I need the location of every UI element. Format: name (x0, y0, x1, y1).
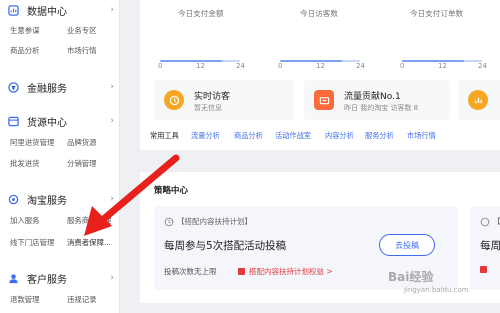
info-title: 流量贡献No.1 (344, 92, 401, 102)
wallet-icon (314, 90, 334, 110)
strategy-tag: 【搭配内容扶持计划】 (164, 216, 252, 227)
main-content: 今日支付金额 今日访客数 今日支付订单数 0 12 24 0 12 24 0 1… (140, 0, 500, 313)
gear-icon (8, 194, 19, 204)
chevron-right-icon: › (110, 5, 114, 15)
strategy-card-partial[interactable]: 【搭 每周发 (470, 206, 500, 290)
tick-label: 24 (236, 62, 245, 70)
tool-link-product[interactable]: 商品分析 (234, 131, 263, 141)
strategy-link-text: 搭配内容扶持计划权益 > (249, 267, 333, 276)
info-card-partial[interactable] (458, 80, 500, 120)
strategy-benefit-link[interactable] (480, 266, 491, 273)
sidebar-item-service-product-mgmt[interactable]: 服务商品管理 (67, 215, 111, 226)
sidebar-item-offline-store[interactable]: 线下门店管理 (10, 237, 54, 248)
axis-payment: 0 12 24 (158, 58, 245, 70)
sidebar: 数据中心 › 生意参谋 业务专区 商品分析 市场行情 金融服务 › 货源中心 ›… (0, 0, 120, 313)
strategy-tag-text: 【搭 (493, 217, 500, 226)
tick-label: 0 (278, 62, 283, 70)
chart-icon (8, 4, 19, 16)
stat-label-orders: 今日支付订单数 (410, 9, 464, 18)
tool-link-traffic[interactable]: 流量分析 (191, 131, 220, 141)
axis-visitors: 0 12 24 (278, 58, 365, 70)
clock-icon (164, 217, 174, 226)
chevron-right-icon: › (110, 82, 114, 92)
coin-icon (8, 81, 19, 93)
axis-fill (402, 60, 464, 62)
gift-icon (480, 266, 487, 273)
box-icon (8, 116, 19, 126)
sidebar-item-business-advisor[interactable]: 生意参谋 (10, 25, 40, 36)
chevron-right-icon: › (110, 116, 114, 126)
info-title: 实时访客 (194, 92, 231, 102)
sidebar-section-customer-service[interactable]: 客户服务 › (8, 270, 114, 286)
section-title: 客户服务 (27, 274, 67, 286)
sidebar-item-distribution[interactable]: 分销管理 (67, 158, 97, 169)
sidebar-item-market-trends[interactable]: 市场行情 (67, 45, 97, 56)
info-card-traffic-top[interactable]: 流量贡献No.1 昨日 我的淘宝 访客数 8 (304, 80, 450, 120)
tick-label: 24 (356, 62, 365, 70)
sidebar-item-consumer-protection[interactable]: 消费者保障... (67, 237, 111, 248)
stat-label-payment-amount: 今日支付金额 (178, 9, 224, 18)
section-title: 淘宝服务 (27, 195, 67, 207)
axis-orders: 0 12 24 (400, 58, 487, 70)
strategy-footnote: 投稿次数无上限 (164, 267, 217, 276)
sidebar-item-refund-mgmt[interactable]: 退款管理 (10, 294, 40, 305)
strategy-tag-text: 【搭配内容扶持计划】 (177, 217, 252, 226)
sidebar-item-ali-purchase[interactable]: 阿里进货管理 (10, 137, 54, 148)
strategy-headline: 每周参与5次搭配活动投稿 (164, 240, 287, 252)
tick-label: 12 (316, 62, 325, 70)
tick-label: 12 (196, 62, 205, 70)
sidebar-item-wholesale[interactable]: 批发进货 (10, 158, 40, 169)
tick-label: 12 (438, 62, 447, 70)
info-sub: 暂无信息 (194, 104, 222, 112)
sidebar-section-taobao-service[interactable]: 淘宝服务 › (8, 191, 114, 207)
clock-icon (164, 90, 184, 110)
stat-label-visitors: 今日访客数 (300, 9, 338, 18)
sidebar-section-finance[interactable]: 金融服务 › (8, 79, 114, 95)
sidebar-item-brand-supply[interactable]: 品牌货源 (67, 137, 97, 148)
axis-fill (280, 60, 342, 62)
gift-icon (238, 268, 245, 275)
tool-link-content[interactable]: 内容分析 (325, 131, 354, 141)
watermark: Bai经验 (388, 270, 434, 284)
sidebar-item-product-analysis[interactable]: 商品分析 (10, 45, 40, 56)
section-title: 数据中心 (27, 6, 67, 18)
strategy-headline: 每周发 (480, 240, 500, 252)
strategy-benefit-link[interactable]: 搭配内容扶持计划权益 > (238, 266, 333, 277)
sidebar-item-violation-records[interactable]: 违规记录 (67, 294, 97, 305)
info-sub: 昨日 我的淘宝 访客数 8 (344, 104, 419, 112)
chevron-right-icon: › (110, 194, 114, 204)
tools-label: 常用工具 (150, 131, 179, 140)
tool-link-service[interactable]: 服务分析 (365, 131, 394, 141)
sidebar-section-sourcing[interactable]: 货源中心 › (8, 113, 114, 129)
section-title: 金融服务 (27, 83, 67, 95)
user-icon (9, 273, 18, 283)
stats-card: 今日支付金额 今日访客数 今日支付订单数 0 12 24 0 12 24 0 1… (140, 0, 500, 150)
axis-fill (160, 60, 222, 62)
bar-icon (468, 90, 488, 110)
tool-link-market[interactable]: 市场行情 (407, 131, 436, 141)
common-tools-row: 常用工具 流量分析 商品分析 活动作战室 内容分析 服务分析 市场行情 (150, 131, 500, 143)
info-card-realtime-visitors[interactable]: 实时访客 暂无信息 (154, 80, 294, 120)
tool-link-war-room[interactable]: 活动作战室 (275, 131, 311, 141)
strategy-center: 策略中心 【搭配内容扶持计划】 每周参与5次搭配活动投稿 去投稿 投稿次数无上限… (140, 172, 500, 303)
strategy-title: 策略中心 (154, 186, 189, 196)
tick-label: 0 (158, 62, 163, 70)
submit-post-button[interactable]: 去投稿 (379, 234, 435, 256)
sidebar-item-business-zone[interactable]: 业务专区 (67, 25, 97, 36)
strategy-tag: 【搭 (480, 216, 500, 227)
section-title: 货源中心 (27, 117, 67, 129)
tick-label: 24 (478, 62, 487, 70)
watermark-sub: jingyan.baidu.com (404, 286, 469, 294)
chevron-right-icon: › (110, 273, 114, 283)
sidebar-section-data-center[interactable]: 数据中心 › (8, 2, 114, 18)
tick-label: 0 (400, 62, 405, 70)
clock-icon (480, 217, 490, 226)
sidebar-item-join-service[interactable]: 加入服务 (10, 215, 40, 226)
